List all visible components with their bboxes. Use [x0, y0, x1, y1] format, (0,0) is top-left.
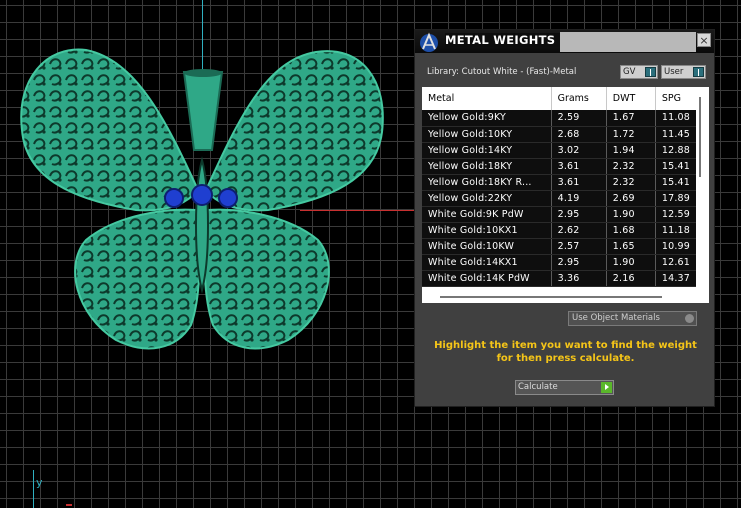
- upper-right-wing: [204, 50, 384, 212]
- user-toggle[interactable]: User: [661, 65, 706, 79]
- instruction-text: Highlight the item you want to find the …: [434, 340, 697, 364]
- metal-cell: White Gold:10KW: [422, 238, 552, 255]
- dwt-cell: 1.90: [606, 206, 656, 223]
- metal-cell: Yellow Gold:14KY: [422, 142, 552, 159]
- user-toggle-label: User: [664, 67, 684, 77]
- dwt-cell: 1.94: [606, 142, 656, 159]
- materials-dropdown[interactable]: Use Object Materials: [568, 311, 697, 326]
- table-row[interactable]: White Gold:10KW 2.57 1.65 10.99: [422, 238, 709, 255]
- close-icon[interactable]: ×: [697, 33, 711, 47]
- toggle-switch-icon: [645, 67, 656, 77]
- butterfly-pendant-model[interactable]: [16, 40, 396, 370]
- toggle-switch-icon: [693, 67, 704, 77]
- calculate-label: Calculate: [518, 382, 558, 392]
- grams-cell: 2.95: [551, 254, 607, 271]
- dwt-cell: 2.16: [606, 270, 656, 287]
- upper-left-wing: [20, 48, 200, 212]
- grams-cell: 2.95: [551, 206, 607, 223]
- x-axis-gizmo: [66, 504, 72, 506]
- dropdown-icon: [685, 314, 694, 323]
- grams-cell: 3.02: [551, 142, 607, 159]
- dwt-cell: 1.90: [606, 254, 656, 271]
- grams-cell: 2.68: [551, 126, 607, 143]
- gem-right: [218, 188, 238, 208]
- pendant-bail: [182, 71, 224, 151]
- dwt-cell: 1.65: [606, 238, 656, 255]
- table-row[interactable]: Yellow Gold:10KY 2.68 1.72 11.45: [422, 126, 709, 143]
- metal-table[interactable]: Metal Grams DWT SPG Yellow Gold:9KY 2.59 1…: [422, 87, 709, 303]
- table-row[interactable]: White Gold:14K PdW 3.36 2.16 14.37: [422, 270, 709, 287]
- lower-left-wing: [74, 208, 201, 350]
- dwt-cell: 1.68: [606, 222, 656, 239]
- table-header-row: Metal Grams DWT SPG: [422, 87, 709, 110]
- table-row[interactable]: Yellow Gold:18KY R... 3.61 2.32 15.41: [422, 174, 709, 191]
- grams-cell: 4.19: [551, 190, 607, 207]
- column-header-metal[interactable]: Metal: [422, 87, 552, 110]
- metal-cell: Yellow Gold:18KY: [422, 158, 552, 175]
- gem-center: [191, 184, 213, 206]
- metal-cell: Yellow Gold:9KY: [422, 110, 552, 127]
- panel-title: METAL WEIGHTS: [445, 33, 562, 47]
- gv-toggle-label: GV: [623, 67, 636, 77]
- vertical-scrollbar[interactable]: [699, 97, 701, 177]
- gv-toggle[interactable]: GV: [620, 65, 658, 79]
- dwt-cell: 1.67: [606, 110, 656, 127]
- grams-cell: 2.59: [551, 110, 607, 127]
- grams-cell: 3.61: [551, 174, 607, 191]
- metal-cell: Yellow Gold:18KY R...: [422, 174, 552, 191]
- titlebar-fill: [560, 32, 696, 52]
- metal-cell: White Gold:10KX1: [422, 222, 552, 239]
- grams-cell: 2.62: [551, 222, 607, 239]
- table-row[interactable]: Yellow Gold:9KY 2.59 1.67 11.08: [422, 110, 709, 127]
- table-row[interactable]: Yellow Gold:22KY 4.19 2.69 17.89: [422, 190, 709, 207]
- grams-cell: 3.36: [551, 270, 607, 287]
- app-logo-icon: [420, 32, 438, 52]
- play-arrow-icon: [601, 382, 612, 393]
- table-row[interactable]: Yellow Gold:18KY 3.61 2.32 15.41: [422, 158, 709, 175]
- metal-cell: Yellow Gold:22KY: [422, 190, 552, 207]
- table-row[interactable]: White Gold:9K PdW 2.95 1.90 12.59: [422, 206, 709, 223]
- library-label: Library: Cutout White - (Fast)-Metal: [427, 67, 577, 77]
- scrollbar-track: [696, 87, 709, 303]
- table-row[interactable]: White Gold:14KX1 2.95 1.90 12.61: [422, 254, 709, 271]
- grams-cell: 2.57: [551, 238, 607, 255]
- metal-cell: White Gold:9K PdW: [422, 206, 552, 223]
- dwt-cell: 2.32: [606, 158, 656, 175]
- horizontal-scrollbar[interactable]: [440, 296, 662, 298]
- grams-cell: 3.61: [551, 158, 607, 175]
- dwt-cell: 1.72: [606, 126, 656, 143]
- dwt-cell: 2.32: [606, 174, 656, 191]
- materials-dropdown-value: Use Object Materials: [572, 313, 660, 323]
- column-header-grams[interactable]: Grams: [551, 87, 607, 110]
- y-axis-gizmo: [33, 470, 34, 508]
- column-header-dwt[interactable]: DWT: [606, 87, 656, 110]
- metal-weights-panel: METAL WEIGHTS × Library: Cutout White - …: [414, 29, 715, 407]
- metal-cell: White Gold:14KX1: [422, 254, 552, 271]
- metal-cell: Yellow Gold:10KY: [422, 126, 552, 143]
- gem-left: [164, 188, 184, 208]
- panel-titlebar[interactable]: METAL WEIGHTS ×: [415, 30, 714, 53]
- dwt-cell: 2.69: [606, 190, 656, 207]
- butterfly-body: [195, 156, 209, 294]
- table-row[interactable]: Yellow Gold:14KY 3.02 1.94 12.88: [422, 142, 709, 159]
- table-row[interactable]: White Gold:10KX1 2.62 1.68 11.18: [422, 222, 709, 239]
- calculate-button[interactable]: Calculate: [515, 380, 614, 395]
- axis-label-y: y: [36, 476, 43, 489]
- metal-cell: White Gold:14K PdW: [422, 270, 552, 287]
- lower-right-wing: [203, 208, 330, 350]
